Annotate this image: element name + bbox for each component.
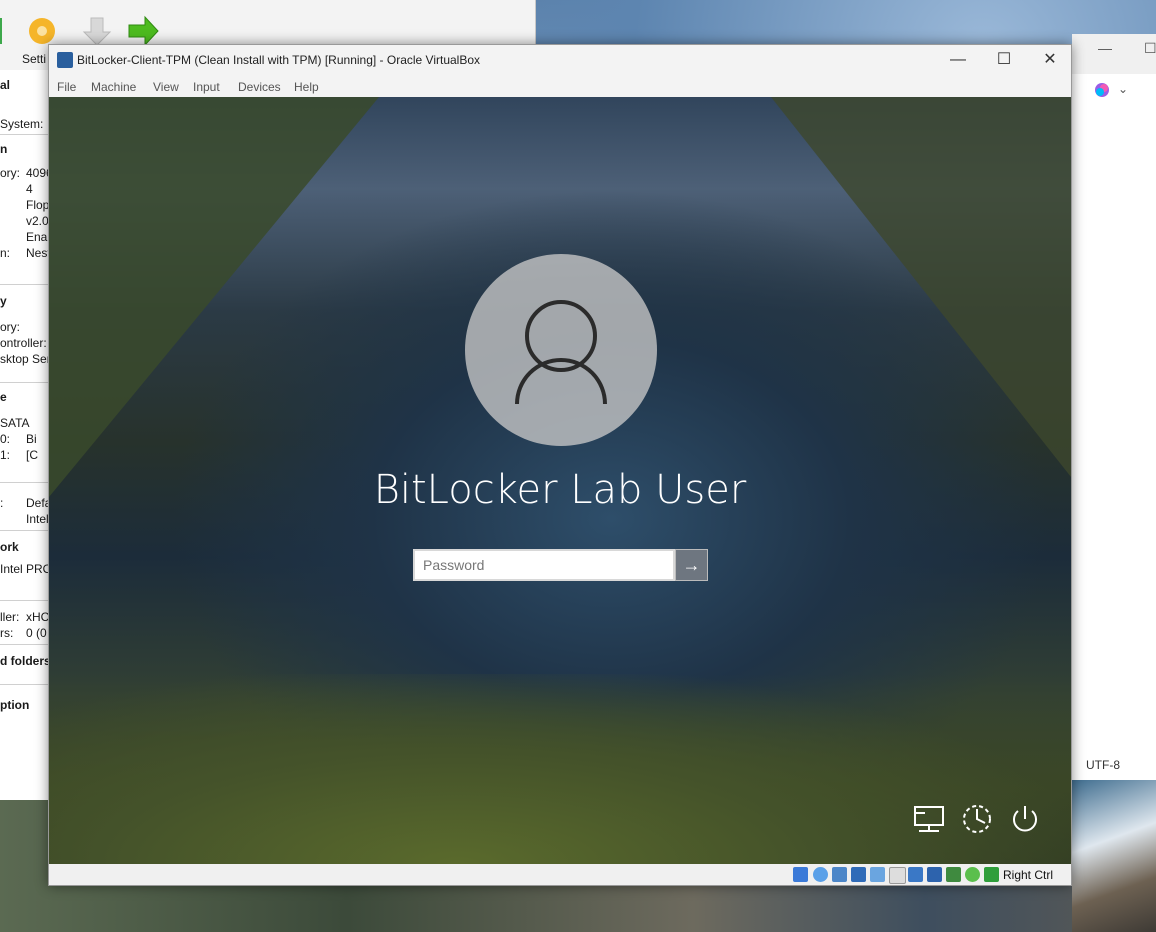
details-row-value: v2.0 — [26, 214, 48, 228]
details-row-value: 4 — [26, 182, 33, 196]
minimize-button[interactable]: — — [935, 45, 981, 75]
background-window-titlebar: — ☐ — [1072, 34, 1156, 74]
start-arrow-icon[interactable] — [126, 14, 160, 48]
details-row-label: ller: — [0, 610, 20, 624]
menu-machine[interactable]: Machine — [91, 80, 136, 94]
details-row-label: ory: — [0, 320, 21, 334]
background-minimize-icon[interactable]: — — [1098, 40, 1112, 56]
close-button[interactable]: ✕ — [1027, 45, 1073, 75]
details-row-label: 1: — [0, 448, 11, 462]
details-row-label: rs: — [0, 626, 14, 640]
details-row-label: 0: — [0, 432, 11, 446]
username-label: BitLocker Lab User — [373, 467, 747, 513]
details-row-label: sktop Serv — [0, 352, 48, 366]
details-divider — [0, 600, 48, 601]
recording-icon[interactable] — [946, 867, 961, 882]
settings-gear-icon[interactable] — [25, 14, 59, 48]
details-divider — [0, 284, 48, 285]
password-input[interactable] — [415, 551, 673, 579]
details-row-label: n: — [0, 246, 11, 260]
details-row-value: xHC — [26, 610, 48, 624]
details-row-label: System: — [0, 117, 44, 131]
details-row-label: Intel PRO — [0, 562, 48, 576]
desktop-wallpaper-sea — [1072, 780, 1156, 932]
optical-drive-icon[interactable] — [813, 867, 828, 882]
vm-menubar: File Machine View Input Devices Help — [49, 75, 1071, 97]
video-capture-icon[interactable] — [927, 867, 942, 882]
details-row-value: Bi — [26, 432, 37, 446]
vm-statusbar: Right Ctrl — [49, 864, 1071, 885]
details-divider — [0, 530, 48, 531]
vm-window: BitLocker-Client-TPM (Clean Install with… — [48, 44, 1072, 886]
background-mountain-left — [49, 97, 379, 497]
details-row-label: ontroller: — [0, 336, 47, 350]
network-icon[interactable] — [911, 801, 947, 837]
network-adapter-icon[interactable] — [851, 867, 866, 882]
details-row-value: Flop — [26, 198, 48, 212]
menu-file[interactable]: File — [57, 80, 76, 94]
details-section-header: n — [0, 142, 8, 156]
password-field-container — [413, 549, 675, 581]
vm-window-title: BitLocker-Client-TPM (Clean Install with… — [77, 53, 481, 67]
details-row-value: 0 (0 — [26, 626, 47, 640]
details-row-value: Intel H — [26, 512, 48, 526]
host-key-label[interactable]: Right Ctrl — [1003, 868, 1053, 882]
audio-icon[interactable] — [832, 867, 847, 882]
menu-help[interactable]: Help — [294, 80, 319, 94]
details-row-value: [C — [26, 448, 38, 462]
details-row-value: Enab — [26, 230, 48, 244]
user-silhouette-icon — [515, 300, 607, 405]
menu-devices[interactable]: Devices — [238, 80, 281, 94]
display-icon[interactable] — [908, 867, 923, 882]
guest-lock-screen[interactable]: BitLocker Lab User → — [49, 97, 1071, 864]
details-section-header: e — [0, 390, 7, 404]
details-row-label: : — [0, 496, 4, 510]
details-divider — [0, 684, 48, 685]
details-divider — [0, 644, 48, 645]
usb-icon[interactable] — [870, 867, 885, 882]
details-section-header: ork — [0, 540, 19, 554]
vm-details-panel: al System: n ory: 4096 4 Flop v2.0 Enab n: Nest y or… — [0, 70, 48, 800]
virtualbox-app-icon — [57, 52, 73, 68]
accessibility-icon[interactable] — [959, 801, 995, 837]
background-mountain-right — [771, 97, 1071, 477]
details-section-header: al — [0, 78, 11, 92]
details-section-header: ption — [0, 698, 30, 712]
hard-disk-icon[interactable] — [793, 867, 808, 882]
menu-input[interactable]: Input — [193, 80, 220, 94]
details-row-value: Nest — [26, 246, 48, 260]
details-section-header: d folders — [0, 654, 48, 668]
details-row-value: Default — [26, 496, 48, 510]
details-divider — [0, 382, 48, 383]
cpu-icon[interactable] — [965, 867, 980, 882]
shared-folders-icon[interactable] — [889, 867, 906, 884]
details-divider — [0, 134, 48, 135]
details-row-label: SATA — [0, 416, 30, 430]
maximize-button[interactable]: ☐ — [981, 45, 1027, 75]
vm-titlebar[interactable]: BitLocker-Client-TPM (Clean Install with… — [49, 45, 1071, 75]
background-editor-window: — ☐ ⌄ UTF-8 — [1072, 34, 1156, 780]
copilot-icon[interactable] — [1094, 82, 1110, 98]
details-row-value: 4096 — [26, 166, 48, 180]
submit-arrow-button[interactable]: → — [675, 549, 708, 581]
power-icon[interactable] — [1007, 801, 1043, 837]
background-maximize-icon[interactable]: ☐ — [1144, 40, 1156, 57]
user-avatar — [465, 254, 657, 446]
settings-button-label[interactable]: Setti — [22, 52, 46, 66]
new-icon[interactable] — [0, 14, 14, 48]
chevron-down-icon[interactable]: ⌄ — [1118, 82, 1128, 96]
details-section-header: y — [0, 294, 7, 308]
discard-arrow-icon[interactable] — [80, 14, 114, 48]
menu-view[interactable]: View — [153, 80, 179, 94]
details-row-label: ory: — [0, 166, 21, 180]
details-divider — [0, 482, 48, 483]
encoding-status[interactable]: UTF-8 — [1086, 758, 1120, 772]
